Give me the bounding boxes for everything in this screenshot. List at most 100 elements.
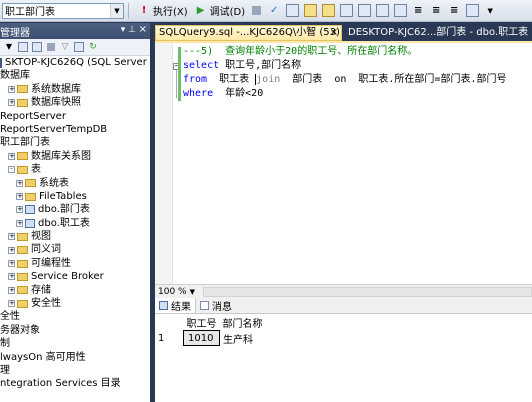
tree-item[interactable]: ntegration Services 目录 <box>0 377 150 390</box>
outdent-icon[interactable]: ≡ <box>429 4 443 18</box>
results-grid-icon[interactable] <box>321 4 335 18</box>
tree-item-label: 理 <box>0 364 10 376</box>
tree-item-label: dbo.职工表 <box>38 217 90 229</box>
expand-icon[interactable]: + <box>8 152 15 160</box>
code-line: select 职工号,部门名称 <box>183 59 506 73</box>
tree-item[interactable]: + 系统数据库 <box>0 83 150 96</box>
tree-item[interactable]: + 安全性 <box>0 297 150 310</box>
tree-item[interactable]: lwaysOn 高可用性 <box>0 351 150 364</box>
expand-icon[interactable]: + <box>16 206 23 214</box>
close-icon[interactable]: × <box>139 24 147 35</box>
grid-cell[interactable]: 1010 <box>183 330 220 346</box>
chevron-down-icon[interactable]: ▼ <box>110 3 123 18</box>
stop-icon[interactable] <box>45 41 57 53</box>
tree-item[interactable]: 务器对象 <box>0 324 150 337</box>
database-select-value: 职工部门表 <box>5 7 55 18</box>
folder-icon <box>25 192 36 201</box>
expand-icon[interactable]: + <box>8 260 15 268</box>
tree-item-label: 数据库关系图 <box>31 150 91 162</box>
tree-item[interactable]: 制 <box>0 337 150 350</box>
tab-query-editor[interactable]: SQLQuery9.sql -...KJC626Q\小智 (53))* × <box>155 25 342 41</box>
column-header[interactable]: 部门名称 <box>219 315 266 331</box>
expand-icon[interactable]: + <box>8 246 15 254</box>
tree-item[interactable]: + Service Broker <box>0 270 150 283</box>
tree-item[interactable]: + 系统表 <box>0 177 150 190</box>
pin-icon[interactable]: ▾ ⊥ <box>121 25 136 35</box>
tree-item[interactable]: 职工部门表 <box>0 136 150 149</box>
clear-filter-icon[interactable] <box>73 41 85 53</box>
tree-item-label: Service Broker <box>31 271 104 283</box>
uncomment-icon[interactable]: ≡ <box>411 4 425 18</box>
tree-item[interactable]: + dbo.职工表 <box>0 217 150 230</box>
expand-icon[interactable]: + <box>8 233 15 241</box>
tree-item[interactable]: + 视图 <box>0 230 150 243</box>
chevron-down-icon[interactable]: ▼ <box>190 288 195 296</box>
tree-item[interactable]: 数据库 <box>0 69 150 82</box>
debug-button[interactable]: ▶ 调试(D) <box>190 2 248 20</box>
row-number[interactable]: 1 <box>155 331 184 346</box>
collapse-icon[interactable]: - <box>8 166 15 174</box>
grid-cell[interactable]: 生产科 <box>220 331 266 346</box>
table-row[interactable]: 1 1010 生产科 <box>155 330 266 346</box>
results-tabs: 结果 消息 <box>155 298 532 314</box>
zoom-select[interactable]: 100 % ▼ <box>155 287 195 297</box>
tree-item[interactable]: 理 <box>0 364 150 377</box>
tree-item[interactable]: ReportServerTempDB <box>0 123 150 136</box>
tree-item[interactable]: + 数据库关系图 <box>0 150 150 163</box>
tree-item[interactable]: + 数据库快照 <box>0 96 150 109</box>
indent-icon[interactable]: ≡ <box>447 4 461 18</box>
folder-icon <box>17 299 28 308</box>
tree-item[interactable]: + dbo.部门表 <box>0 203 150 216</box>
column-header[interactable]: 职工号 <box>183 315 220 331</box>
folder-icon <box>17 165 28 174</box>
tab-table-designer[interactable]: DESKTOP-KJC62...部门表 - dbo.职工表 <box>345 26 532 41</box>
expand-icon[interactable]: + <box>16 193 23 201</box>
disconnect-icon[interactable] <box>31 41 43 53</box>
toolbar-options-icon[interactable]: ▼ <box>483 4 497 18</box>
results-file-icon[interactable] <box>375 4 389 18</box>
expand-icon[interactable]: + <box>16 179 23 187</box>
execute-button[interactable]: ! 执行(X) <box>133 2 190 20</box>
expand-icon[interactable]: + <box>8 99 15 107</box>
specify-values-icon[interactable] <box>465 4 479 18</box>
tree-item-label: ntegration Services 目录 <box>0 378 121 390</box>
tree-item[interactable]: 全性 <box>0 310 150 323</box>
tree-item[interactable]: + 可编程性 <box>0 257 150 270</box>
comment-icon[interactable] <box>393 4 407 18</box>
horizontal-scrollbar[interactable] <box>202 287 532 297</box>
folder-icon <box>17 272 28 281</box>
expand-icon[interactable]: + <box>8 300 15 308</box>
refresh-icon[interactable]: ↻ <box>87 41 99 53</box>
grid-icon <box>159 301 168 310</box>
folder-icon <box>25 179 36 188</box>
tree-item[interactable]: + 存储 <box>0 284 150 297</box>
tab-messages[interactable]: 消息 <box>196 298 236 313</box>
results-grid[interactable]: 职工号 部门名称 1 1010 生产科 <box>155 315 266 346</box>
connect-icon[interactable]: ▼ <box>3 41 15 53</box>
object-explorer-header: 管理器 ▾ ⊥ × <box>0 23 150 39</box>
tree-item-label: 全性 <box>0 311 20 323</box>
include-plan-icon[interactable] <box>339 4 353 18</box>
filter-icon[interactable]: ▽ <box>59 41 71 53</box>
tree-item[interactable]: + FileTables <box>0 190 150 203</box>
expand-icon[interactable]: + <box>8 286 15 294</box>
grid-icon[interactable] <box>285 4 299 18</box>
sql-editor[interactable]: − ---5) 查询年龄小于20的职工号、所在部门名称。 select 职工号,… <box>155 41 532 284</box>
document-tabs: SQLQuery9.sql -...KJC626Q\小智 (53))* × DE… <box>155 23 532 41</box>
checkmark-icon[interactable]: ✓ <box>267 4 281 18</box>
query-design-icon[interactable] <box>303 4 317 18</box>
expand-icon[interactable]: + <box>8 273 15 281</box>
tab-results[interactable]: 结果 <box>155 298 196 313</box>
results-pane: 结果 消息 职工号 部门名称 1 1010 生产科 <box>155 298 532 402</box>
tree-item[interactable]: -表 <box>0 163 150 176</box>
database-select[interactable]: 职工部门表 ▼ <box>2 2 124 19</box>
stop-icon[interactable] <box>249 4 263 18</box>
expand-icon[interactable]: + <box>16 219 23 227</box>
expand-icon[interactable]: + <box>8 85 15 93</box>
close-icon[interactable]: × <box>330 26 338 40</box>
tree-item[interactable]: SKTOP-KJC626Q (SQL Server 11.0. <box>0 56 150 69</box>
tree-item[interactable]: + 同义词 <box>0 243 150 256</box>
tree-item[interactable]: ReportServer <box>0 110 150 123</box>
results-text-icon[interactable] <box>357 4 371 18</box>
connect-server-icon[interactable] <box>17 41 29 53</box>
